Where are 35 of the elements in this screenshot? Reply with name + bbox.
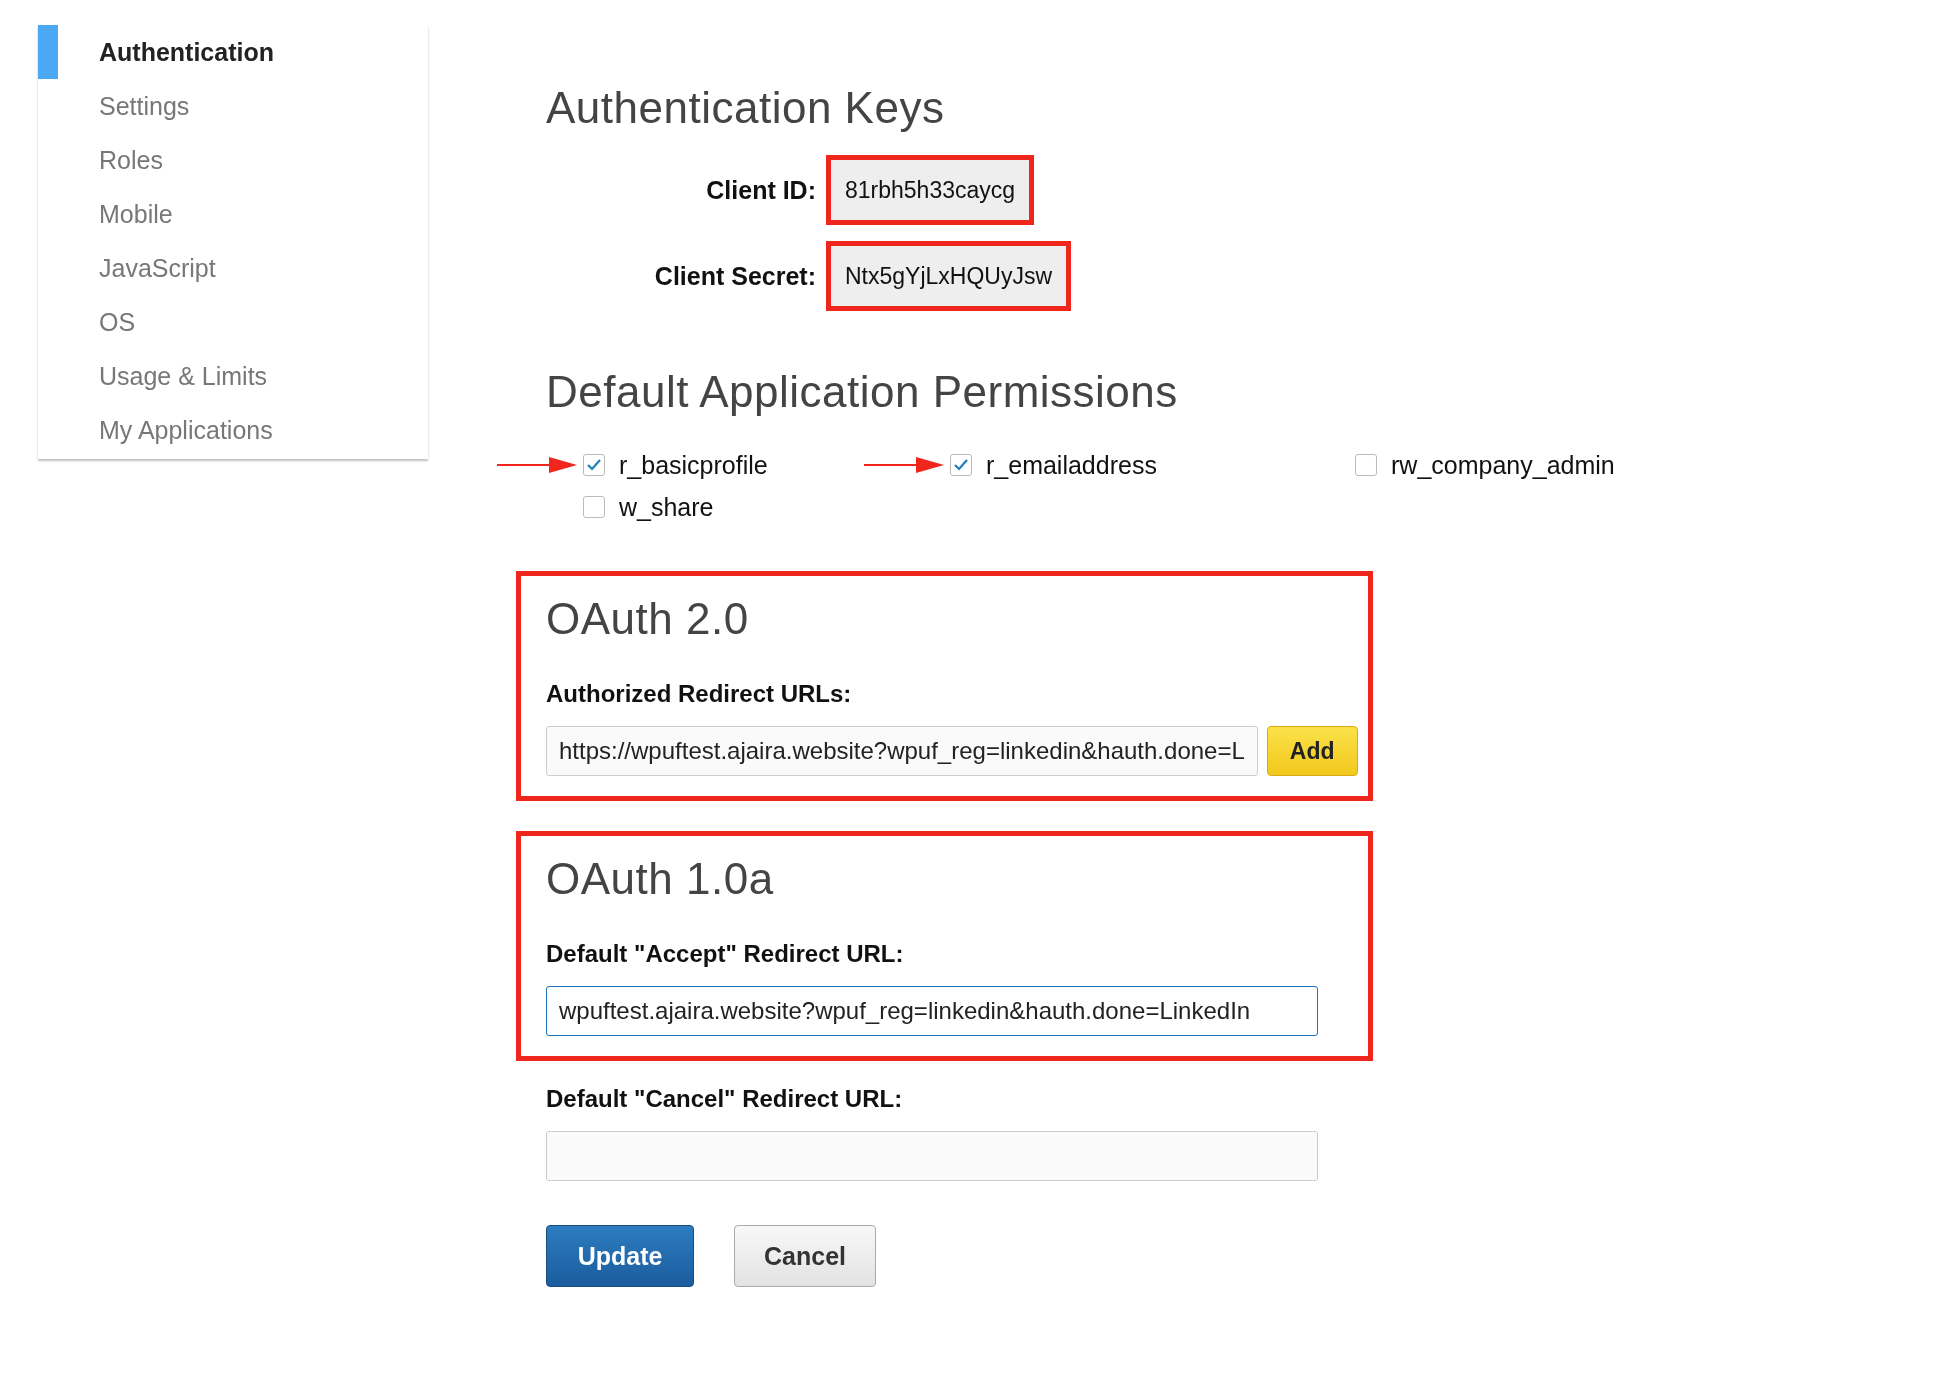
checkbox[interactable] [950, 454, 972, 476]
sidebar-item[interactable]: My Applications [38, 403, 428, 457]
field-label: Default "Cancel" Redirect URL: [546, 1085, 904, 1113]
section-heading: Authentication Keys [546, 83, 946, 133]
checkbox-label: w_share [619, 492, 714, 522]
add-button[interactable]: Add [1266, 726, 1358, 776]
sidebar-item[interactable]: Usage & Limits [38, 349, 428, 403]
sidebar-item[interactable]: OS [38, 295, 428, 349]
sidebar-item[interactable]: Mobile [38, 187, 428, 241]
update-button[interactable]: Update [546, 1225, 694, 1287]
url-input-field[interactable]: wpuftest.ajaira.website?wpuf_reg=linkedin&hauth.done=LinkedIn [546, 986, 1318, 1036]
checkbox-label: rw_company_admin [1391, 450, 1615, 480]
field-label: Authorized Redirect URLs: [546, 680, 853, 708]
checkbox[interactable] [583, 496, 605, 518]
checkmark-icon [585, 457, 603, 473]
checkmark-icon [952, 457, 970, 473]
field-label: Client Secret: [653, 261, 816, 291]
url-input-field[interactable]: https://wpuftest.ajaira.website?wpuf_reg=linkedin&hauth.done=L [546, 726, 1258, 776]
checkbox-label: r_emailaddress [986, 450, 1157, 480]
field-label: Default "Accept" Redirect URL: [546, 940, 905, 968]
checkbox[interactable] [1355, 454, 1377, 476]
field-label: Client ID: [705, 175, 816, 205]
key-value-field: 81rbh5h33caycg [826, 155, 1035, 225]
sidebar-item[interactable]: Roles [38, 133, 428, 187]
checkbox[interactable] [583, 454, 605, 476]
sidebar-item[interactable]: Settings [38, 79, 428, 133]
url-input-field[interactable] [546, 1131, 1318, 1181]
key-value-field: Ntx5gYjLxHQUyJsw [826, 241, 1072, 311]
checkbox-label: r_basicprofile [619, 450, 768, 480]
section-heading: Default Application Permissions [546, 367, 1179, 417]
section-heading: OAuth 2.0 [546, 594, 750, 644]
cancel-button[interactable]: Cancel [734, 1225, 876, 1287]
sidebar-item[interactable]: JavaScript [38, 241, 428, 295]
sidebar-item[interactable]: Authentication [38, 25, 428, 79]
section-heading: OAuth 1.0a [546, 854, 775, 904]
